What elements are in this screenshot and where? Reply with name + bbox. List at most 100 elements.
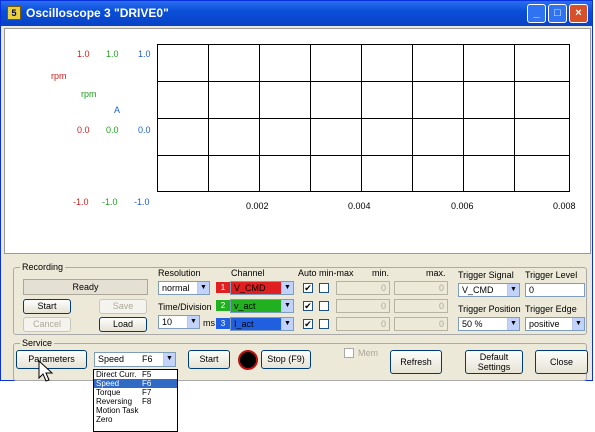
time-division-unit: ms <box>203 318 215 328</box>
trigger-edge-label: Trigger Edge <box>525 304 577 314</box>
min-max-label: min-max <box>319 268 354 278</box>
ch1-scale-mid: 0.0 <box>77 125 90 135</box>
ch3-name: I_act <box>234 319 254 329</box>
ch1-minmax-checkbox[interactable] <box>319 283 329 293</box>
trigger-position-label: Trigger Position <box>458 304 521 314</box>
ch2-select[interactable]: v_act ▼ <box>230 299 294 313</box>
title-bar[interactable]: 5 Oscilloscope 3 "DRIVE0" _ □ × <box>1 1 592 26</box>
oscilloscope-window: 5 Oscilloscope 3 "DRIVE0" _ □ × 1.0 rpm … <box>0 0 593 381</box>
cancel-button[interactable]: Cancel <box>23 317 71 332</box>
chevron-down-icon: ▼ <box>197 282 209 294</box>
ch3-minmax-checkbox[interactable] <box>319 319 329 329</box>
x-tick-2: 0.004 <box>348 201 371 211</box>
ch3-unit: A <box>114 105 121 115</box>
min-column-label: min. <box>372 268 390 278</box>
time-division-label: Time/Division <box>158 302 212 312</box>
close-window-button[interactable]: × <box>569 4 588 23</box>
scope-grid <box>157 44 570 192</box>
ch2-scale-mid: 0.0 <box>106 125 119 135</box>
ch3-min-field: 0 <box>336 317 390 331</box>
ch1-auto-checkbox[interactable]: ✔ <box>303 283 313 293</box>
maximize-button[interactable]: □ <box>548 4 567 23</box>
ch3-max-field: 0 <box>394 317 448 331</box>
x-tick-1: 0.002 <box>246 201 269 211</box>
channel-label: Channel <box>231 268 265 278</box>
mem-checkbox[interactable] <box>344 348 354 358</box>
ch2-scale-bottom: -1.0 <box>102 197 118 207</box>
trigger-position-value: 50 % <box>462 319 483 329</box>
ch3-scale-mid: 0.0 <box>138 125 151 135</box>
time-division-value: 10 <box>162 317 173 327</box>
service-start-button[interactable]: Start <box>188 350 230 369</box>
stop-icon[interactable] <box>238 350 258 370</box>
chevron-down-icon: ▼ <box>281 300 293 312</box>
ch2-minmax-checkbox[interactable] <box>319 301 329 311</box>
trigger-level-input[interactable]: 0 <box>525 283 585 297</box>
service-group-label: Service <box>20 338 55 348</box>
default-settings-button[interactable]: Default Settings <box>465 350 523 374</box>
ch3-select[interactable]: I_act ▼ <box>230 317 294 331</box>
trigger-signal-select[interactable]: V_CMD ▼ <box>458 283 520 297</box>
resolution-label: Resolution <box>158 268 201 278</box>
status-display: Ready <box>23 279 148 295</box>
ch3-scale-top: 1.0 <box>138 49 151 59</box>
trigger-level-label: Trigger Level <box>525 270 578 280</box>
ch3-number: 3 <box>216 318 230 329</box>
x-tick-4: 0.008 <box>553 201 576 211</box>
ch1-select[interactable]: V_CMD ▼ <box>230 281 294 295</box>
menu-item-zero[interactable]: Zero <box>94 415 177 424</box>
ch1-scale-top: 1.0 <box>77 49 90 59</box>
menu-item-reversing[interactable]: Reversing F8 <box>94 397 177 406</box>
menu-item-direct-curr[interactable]: Direct Curr. F5 <box>94 370 177 379</box>
mouse-cursor-icon <box>38 360 54 382</box>
chevron-down-icon: ▼ <box>507 318 519 330</box>
minimize-button[interactable]: _ <box>527 4 546 23</box>
stop-button[interactable]: Stop (F9) <box>261 350 311 369</box>
mode-select[interactable]: Speed F6 ▼ <box>94 352 176 367</box>
chevron-down-icon: ▼ <box>281 318 293 330</box>
ch2-name: v_act <box>234 301 256 311</box>
chevron-down-icon: ▼ <box>507 284 519 296</box>
ch1-scale-bottom: -1.0 <box>73 197 89 207</box>
menu-item-speed[interactable]: Speed F6 <box>94 379 177 388</box>
menu-item-torque[interactable]: Torque F7 <box>94 388 177 397</box>
trigger-position-select[interactable]: 50 % ▼ <box>458 317 520 331</box>
ch2-auto-checkbox[interactable]: ✔ <box>303 301 313 311</box>
default-settings-line2: Settings <box>477 362 511 372</box>
refresh-button[interactable]: Refresh <box>390 350 442 374</box>
app-icon: 5 <box>7 6 21 20</box>
trigger-signal-label: Trigger Signal <box>458 270 514 280</box>
mode-value: Speed <box>98 354 125 364</box>
mode-key: F6 <box>142 354 153 364</box>
ch1-min-field: 0 <box>336 281 390 295</box>
trigger-edge-select[interactable]: positive ▼ <box>525 317 585 331</box>
ch2-max-field: 0 <box>394 299 448 313</box>
ch1-max-field: 0 <box>394 281 448 295</box>
mode-dropdown-menu: Direct Curr. F5 Speed F6 Torque F7 Reversin… <box>93 369 178 432</box>
ch3-auto-checkbox[interactable]: ✔ <box>303 319 313 329</box>
chevron-down-icon: ▼ <box>163 353 175 366</box>
x-tick-3: 0.006 <box>451 201 474 211</box>
ch1-name: V_CMD <box>234 283 266 293</box>
resolution-select[interactable]: normal ▼ <box>158 281 210 295</box>
ch2-min-field: 0 <box>336 299 390 313</box>
ch1-unit: rpm <box>51 71 67 81</box>
time-division-select[interactable]: 10 ▼ <box>158 315 200 329</box>
mem-label: Mem <box>358 348 378 358</box>
ch1-number: 1 <box>216 282 230 293</box>
load-button[interactable]: Load <box>99 317 147 332</box>
auto-label: Auto <box>298 268 317 278</box>
resolution-value: normal <box>162 283 190 293</box>
trigger-signal-value: V_CMD <box>462 285 494 295</box>
chevron-down-icon: ▼ <box>281 282 293 294</box>
close-button[interactable]: Close <box>535 350 588 374</box>
start-recording-button[interactable]: Start <box>23 299 71 314</box>
ch2-unit: rpm <box>81 89 97 99</box>
ch2-scale-top: 1.0 <box>106 49 119 59</box>
default-settings-line1: Default <box>479 352 509 362</box>
menu-item-motion-task[interactable]: Motion Task <box>94 406 177 415</box>
chevron-down-icon: ▼ <box>187 316 199 328</box>
ch3-scale-bottom: -1.0 <box>134 197 150 207</box>
save-button[interactable]: Save <box>99 299 147 314</box>
trigger-edge-value: positive <box>529 319 560 329</box>
